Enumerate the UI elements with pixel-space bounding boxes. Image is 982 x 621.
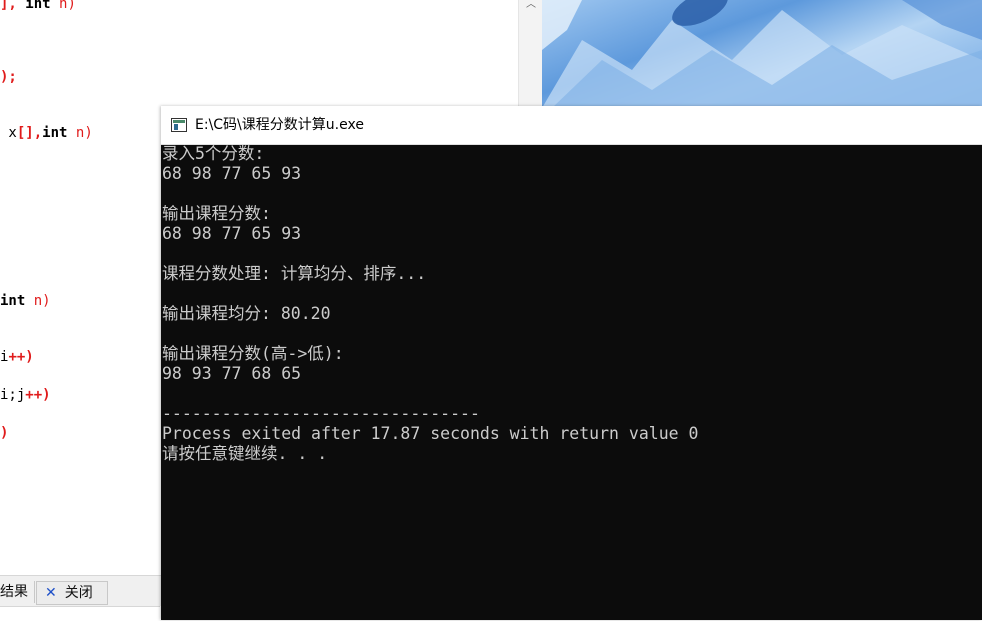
close-tab-button[interactable]: ✕ 关闭	[36, 581, 108, 605]
code-token: n)	[75, 125, 93, 141]
code-token: n)	[33, 293, 51, 309]
console-output[interactable]: 录入5个分数: 68 98 77 65 93 输出课程分数: 68 98 77 …	[162, 144, 980, 464]
console-line: 输出课程均分: 80.20	[162, 304, 331, 323]
console-line: 输出课程分数(高->低):	[162, 344, 344, 363]
console-line: 录入5个分数:	[162, 144, 265, 163]
tab-results-label: 结果	[0, 584, 28, 600]
console-line: --------------------------------	[162, 404, 480, 423]
code-token: int	[42, 125, 68, 141]
code-token: ++)	[25, 387, 51, 403]
console-line: Process exited after 17.87 seconds with …	[162, 424, 699, 443]
close-tab-label: 关闭	[64, 585, 93, 601]
code-line: int n)	[0, 293, 51, 309]
scroll-up-icon[interactable]: ︿	[519, 0, 543, 12]
code-line: ], int n)	[0, 0, 76, 12]
wallpaper-art	[542, 0, 982, 108]
code-token: n)	[59, 0, 76, 12]
window-titlebar[interactable]: E:\C码\课程分数计算u.exe	[161, 106, 982, 145]
console-line: 请按任意键继续. . .	[162, 444, 328, 463]
code-token: );	[0, 69, 17, 85]
console-line: 输出课程分数:	[162, 204, 271, 223]
code-line: i++)	[0, 349, 34, 365]
console-app-icon	[171, 118, 187, 132]
console-line: 68 98 77 65 93	[162, 224, 302, 243]
code-token: x	[0, 125, 17, 141]
code-line: i;j++)	[0, 387, 51, 403]
tab-results[interactable]: 结果	[0, 581, 35, 603]
code-token: [],	[16, 125, 43, 141]
code-line: )	[0, 425, 8, 441]
close-icon: ✕	[45, 585, 57, 601]
code-token: int	[25, 0, 51, 12]
code-token: ++)	[8, 349, 34, 365]
code-token: i;j	[0, 387, 26, 403]
console-line: 课程分数处理: 计算均分、排序...	[162, 264, 427, 283]
code-line: );	[0, 69, 17, 85]
code-token: ],	[0, 0, 17, 12]
window-title: E:\C码\课程分数计算u.exe	[195, 117, 364, 133]
code-token: )	[0, 425, 9, 441]
code-token: int	[0, 293, 26, 309]
console-line: 98 93 77 68 65	[162, 364, 302, 383]
console-window[interactable]: E:\C码\课程分数计算u.exe 录入5个分数: 68 98 77 65 93…	[161, 106, 982, 620]
code-line: x[],int n)	[0, 125, 93, 141]
desktop-wallpaper	[542, 0, 982, 108]
status-strip	[0, 606, 160, 621]
console-line: 68 98 77 65 93	[162, 164, 302, 183]
